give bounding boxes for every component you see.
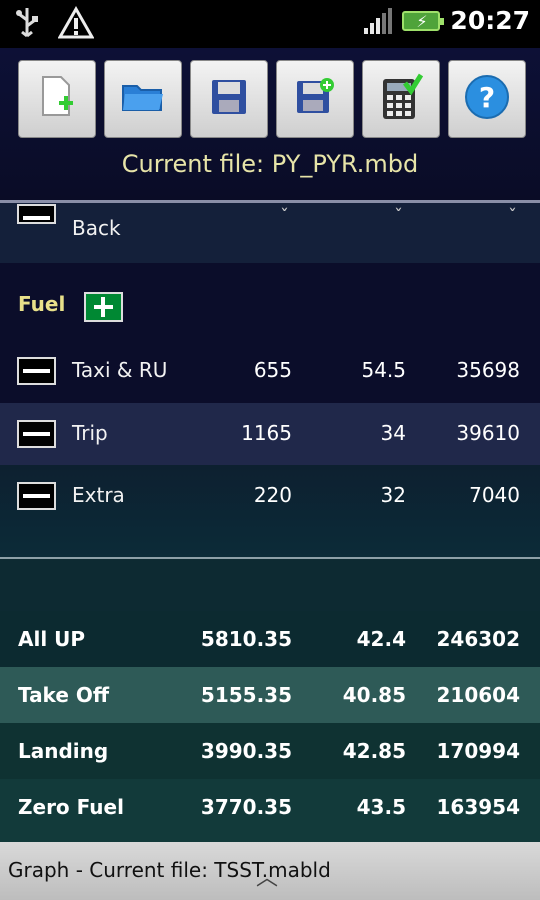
open-folder-button[interactable] bbox=[104, 60, 182, 138]
calculator-icon bbox=[379, 73, 424, 125]
chevron-down-icon: ˇ bbox=[280, 206, 289, 227]
chevron-down-icon: ˇ bbox=[508, 206, 517, 227]
row-value: 220 bbox=[253, 483, 292, 507]
back-row[interactable]: Back ˇ ˇ ˇ bbox=[0, 204, 540, 250]
row-label: Taxi & RU bbox=[72, 358, 168, 382]
summary-label: Take Off bbox=[18, 683, 110, 707]
summary-value: 42.4 bbox=[356, 627, 406, 651]
toolbar: ? bbox=[18, 60, 526, 138]
signal-icon bbox=[364, 7, 393, 34]
summary-label: All UP bbox=[18, 627, 86, 651]
row-bg-3 bbox=[0, 465, 540, 557]
summary-label: Landing bbox=[18, 739, 109, 763]
add-fuel-button[interactable] bbox=[84, 292, 123, 322]
list-item[interactable]: Extra 220 32 7040 bbox=[0, 481, 540, 511]
summary-value: 5155.35 bbox=[200, 683, 292, 707]
summary-row: Zero Fuel 3770.35 43.5 163954 bbox=[0, 793, 540, 823]
row-value: 35698 bbox=[456, 358, 520, 382]
usb-icon bbox=[14, 6, 40, 44]
save-as-button[interactable] bbox=[276, 60, 354, 138]
summary-value: 170994 bbox=[436, 739, 521, 763]
chevron-down-icon: ˇ bbox=[394, 206, 403, 227]
minus-button[interactable] bbox=[17, 204, 56, 224]
summary-value: 246302 bbox=[436, 627, 521, 651]
clock: 20:27 bbox=[450, 6, 530, 35]
remove-button[interactable] bbox=[17, 482, 56, 510]
fuel-section-header: Fuel bbox=[0, 290, 540, 324]
bottom-status-text: Graph - Current file: TSST.mabld bbox=[8, 858, 331, 882]
status-bar: ⚡ 20:27 bbox=[0, 0, 540, 48]
row-value: 32 bbox=[380, 483, 406, 507]
row-value: 655 bbox=[253, 358, 292, 382]
summary-value: 210604 bbox=[436, 683, 521, 707]
chevron-up-icon[interactable]: ︿ bbox=[256, 860, 278, 892]
folder-icon bbox=[121, 80, 165, 118]
save-button[interactable] bbox=[190, 60, 268, 138]
row-label: Extra bbox=[72, 483, 125, 507]
summary-row: Take Off 5155.35 40.85 210604 bbox=[0, 681, 540, 711]
summary-row: All UP 5810.35 42.4 246302 bbox=[0, 625, 540, 655]
row-label: Trip bbox=[72, 421, 108, 445]
calculator-button[interactable] bbox=[362, 60, 440, 138]
summary-value: 43.5 bbox=[356, 795, 406, 819]
fuel-title: Fuel bbox=[18, 292, 66, 316]
row-value: 39610 bbox=[456, 421, 520, 445]
spacer-bg bbox=[0, 559, 540, 611]
svg-text:?: ? bbox=[479, 81, 495, 114]
floppy-disk-icon bbox=[210, 78, 248, 120]
list-item[interactable]: Trip 1165 34 39610 bbox=[0, 419, 540, 449]
remove-button[interactable] bbox=[17, 420, 56, 448]
remove-button[interactable] bbox=[17, 357, 56, 385]
question-mark-icon: ? bbox=[464, 74, 510, 124]
summary-value: 5810.35 bbox=[200, 627, 292, 651]
list-item[interactable]: Taxi & RU 655 54.5 35698 bbox=[0, 356, 540, 386]
summary-value: 163954 bbox=[436, 795, 521, 819]
current-file-label: Current file: PY_PYR.mbd bbox=[121, 150, 419, 178]
summary-row: Landing 3990.35 42.85 170994 bbox=[0, 737, 540, 767]
row-value: 54.5 bbox=[361, 358, 406, 382]
help-button[interactable]: ? bbox=[448, 60, 526, 138]
summary-value: 42.85 bbox=[342, 739, 406, 763]
back-label: Back bbox=[72, 216, 121, 240]
warning-icon bbox=[57, 5, 95, 44]
toolbar-area: ? Current file: PY_PYR.mbd bbox=[0, 48, 540, 202]
summary-value: 3770.35 bbox=[200, 795, 292, 819]
row-value: 7040 bbox=[469, 483, 520, 507]
floppy-disk-plus-icon bbox=[295, 77, 335, 121]
row-value: 34 bbox=[380, 421, 406, 445]
summary-label: Zero Fuel bbox=[18, 795, 124, 819]
battery-icon: ⚡ bbox=[402, 10, 445, 31]
new-file-button[interactable] bbox=[18, 60, 96, 138]
new-file-icon bbox=[37, 75, 77, 123]
summary-value: 3990.35 bbox=[200, 739, 292, 763]
bottom-bar[interactable]: Graph - Current file: TSST.mabld ︿ bbox=[0, 842, 540, 900]
row-value: 1165 bbox=[241, 421, 292, 445]
summary-value: 40.85 bbox=[342, 683, 406, 707]
